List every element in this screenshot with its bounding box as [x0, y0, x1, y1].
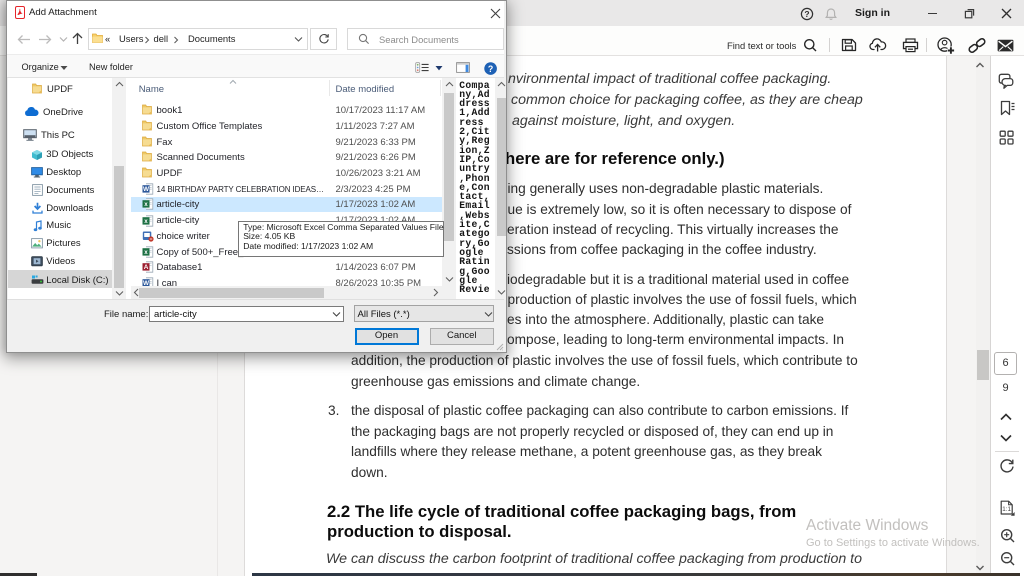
svg-text:x: x: [144, 218, 148, 225]
svg-text:x: x: [144, 249, 148, 256]
svg-text:1:1: 1:1: [1002, 506, 1011, 513]
svg-text:?: ?: [487, 63, 492, 73]
svg-text:?: ?: [804, 9, 809, 19]
svg-text:x: x: [144, 201, 148, 208]
svg-text:A: A: [143, 264, 148, 271]
svg-text:W: W: [142, 186, 149, 193]
